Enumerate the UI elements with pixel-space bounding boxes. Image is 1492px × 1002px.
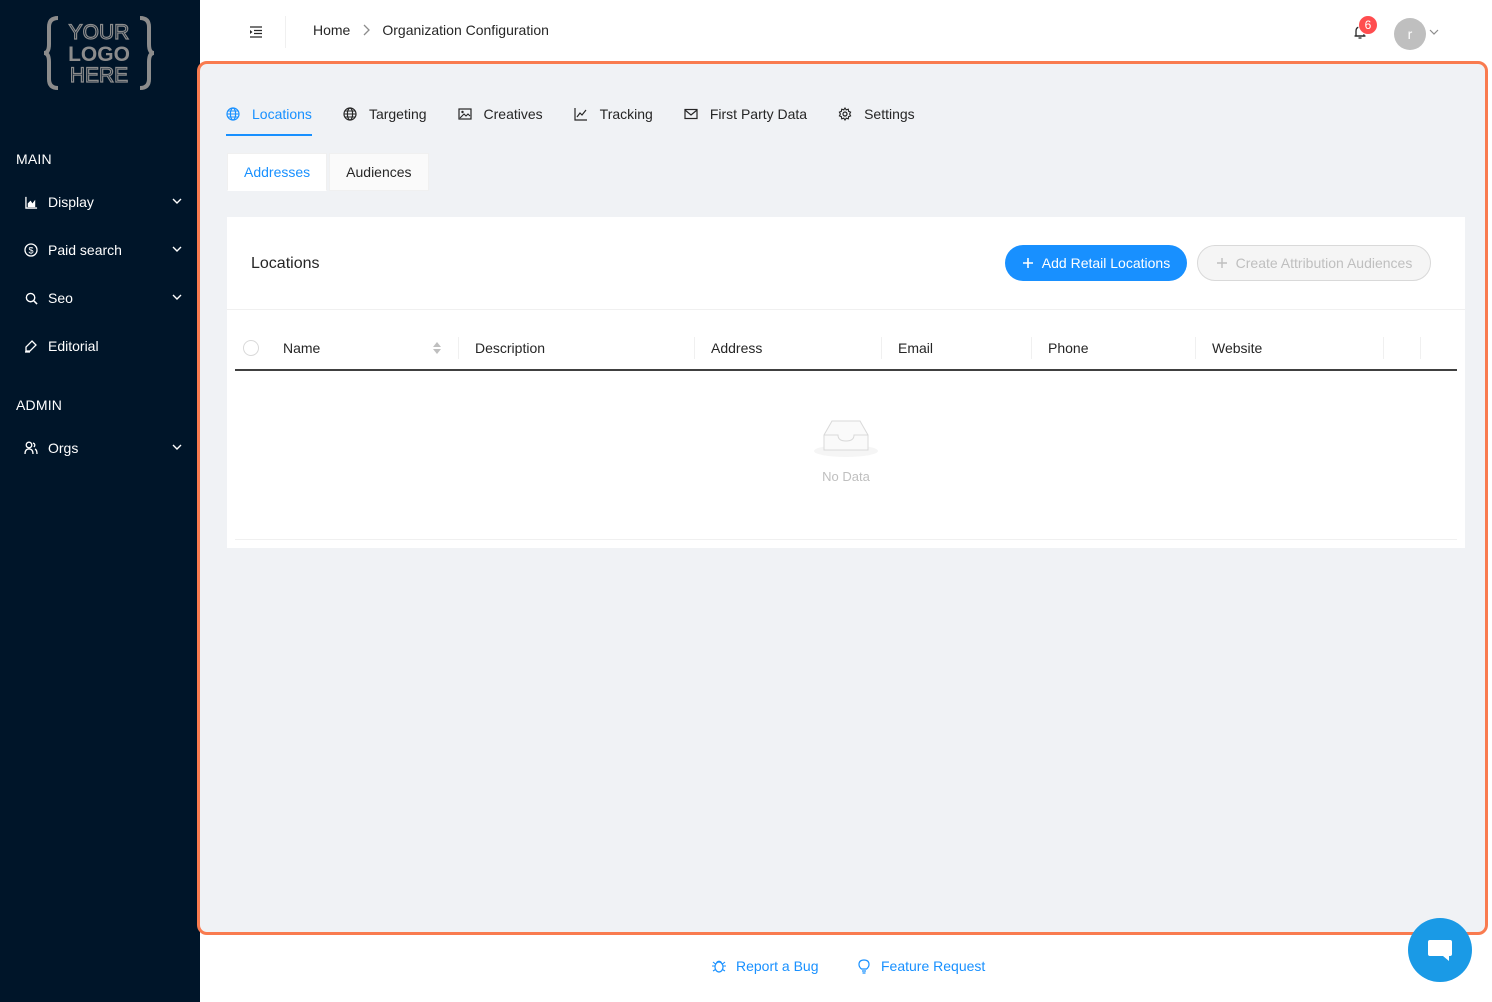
menu-fold-icon[interactable] <box>248 24 264 40</box>
tab-label: First Party Data <box>709 106 808 122</box>
tab-label: Targeting <box>368 106 427 122</box>
chat-bubble-icon <box>1428 940 1452 961</box>
sidebar-item-editorial[interactable]: Editorial <box>0 326 200 366</box>
table-header: Name Description Address Email Phone Web… <box>235 325 1457 371</box>
chevron-down-icon <box>172 444 182 450</box>
report-bug-link[interactable]: Report a Bug <box>711 958 819 974</box>
svg-text:YOUR: YOUR <box>69 21 130 44</box>
chat-button[interactable] <box>1408 918 1472 982</box>
globe-icon <box>343 107 357 121</box>
column-divider <box>881 337 882 359</box>
column-divider <box>1195 337 1196 359</box>
column-divider <box>1383 337 1384 359</box>
chevron-right-icon <box>362 24 371 36</box>
sort-icon[interactable] <box>432 341 442 355</box>
column-header-email: Email <box>898 340 934 356</box>
column-header-phone: Phone <box>1048 340 1089 356</box>
select-all-radio[interactable] <box>243 340 259 356</box>
column-divider <box>458 337 459 359</box>
svg-text:LOGO: LOGO <box>68 43 130 66</box>
notification-badge: 6 <box>1358 15 1378 35</box>
sidebar-item-label: Seo <box>48 290 73 306</box>
header-divider <box>285 16 286 48</box>
button-label: Add Retail Locations <box>1041 255 1171 271</box>
bug-icon <box>711 958 727 974</box>
sidebar-item-paid-search[interactable]: $ Paid search <box>0 230 200 270</box>
locations-card: Locations Add Retail Locations Create At… <box>227 217 1465 548</box>
tab-first-party-data[interactable]: First Party Data <box>684 98 807 130</box>
sidebar-item-orgs[interactable]: Orgs <box>0 428 200 468</box>
tab-label: Locations <box>252 106 312 122</box>
empty-text: No Data <box>822 469 870 484</box>
create-attribution-audiences-button[interactable]: Create Attribution Audiences <box>1197 245 1431 281</box>
sidebar-item-display[interactable]: Display <box>0 182 200 222</box>
mail-icon <box>684 107 698 121</box>
button-label: Create Attribution Audiences <box>1235 255 1413 271</box>
column-header-description: Description <box>475 340 546 356</box>
breadcrumb: Home Organization Configuration <box>313 22 549 38</box>
bulb-icon <box>856 958 872 974</box>
add-retail-locations-button[interactable]: Add Retail Locations <box>1005 245 1187 281</box>
user-group-icon <box>24 441 38 455</box>
link-label: Report a Bug <box>736 958 819 974</box>
plus-icon <box>1216 257 1228 269</box>
column-divider <box>694 337 695 359</box>
config-tabs: Locations Targeting Creatives Tracking F… <box>226 98 946 136</box>
area-chart-icon <box>24 195 38 209</box>
chevron-down-icon <box>172 294 182 300</box>
table-bottom-border <box>235 539 1457 540</box>
line-chart-icon <box>574 107 588 121</box>
globe-icon <box>226 107 240 121</box>
tab-label: Tracking <box>599 106 653 122</box>
dollar-icon: $ <box>24 243 38 257</box>
tab-locations[interactable]: Locations <box>226 98 312 136</box>
section-label-admin: ADMIN <box>16 397 63 413</box>
gear-icon <box>838 107 852 121</box>
breadcrumb-current: Organization Configuration <box>382 22 549 38</box>
top-header: Home Organization Configuration 6 r <box>200 0 1492 62</box>
sidebar-item-label: Display <box>48 194 94 210</box>
column-divider <box>1420 337 1421 359</box>
logo: YOUR LOGO HERE <box>44 16 154 90</box>
chevron-down-icon <box>172 246 182 252</box>
svg-text:$: $ <box>28 246 33 256</box>
card-title: Locations <box>251 255 320 272</box>
sidebar-item-label: Orgs <box>48 440 79 456</box>
svg-text:HERE: HERE <box>70 64 128 87</box>
column-header-website: Website <box>1212 340 1263 356</box>
tab-settings[interactable]: Settings <box>838 98 915 130</box>
empty-inbox-icon <box>814 420 878 457</box>
picture-icon <box>457 107 472 121</box>
subtab-addresses[interactable]: Addresses <box>227 153 328 191</box>
column-header-address: Address <box>711 340 763 356</box>
breadcrumb-home[interactable]: Home <box>313 22 350 38</box>
chevron-down-icon <box>172 198 182 204</box>
feature-request-link[interactable]: Feature Request <box>856 958 985 974</box>
column-divider <box>1031 337 1032 359</box>
avatar[interactable]: r <box>1394 18 1426 50</box>
column-header-name[interactable]: Name <box>283 325 320 371</box>
tab-tracking[interactable]: Tracking <box>574 98 653 130</box>
link-label: Feature Request <box>881 958 986 974</box>
section-label-main: MAIN <box>16 151 52 167</box>
sidebar-item-seo[interactable]: Seo <box>0 278 200 318</box>
empty-state: No Data <box>813 417 879 484</box>
search-icon <box>24 291 38 305</box>
subtab-audiences[interactable]: Audiences <box>329 153 429 191</box>
sub-tabs: Addresses Audiences <box>227 153 431 191</box>
chevron-down-icon[interactable] <box>1429 27 1439 37</box>
sidebar-item-label: Editorial <box>48 338 99 354</box>
tab-targeting[interactable]: Targeting <box>343 98 427 130</box>
plus-icon <box>1022 257 1034 269</box>
sidebar: YOUR LOGO HERE MAIN Display $ Paid searc… <box>0 0 200 1002</box>
tab-creatives[interactable]: Creatives <box>457 98 543 130</box>
highlight-pen-icon <box>24 339 38 353</box>
tab-label: Settings <box>864 106 915 122</box>
sidebar-item-label: Paid search <box>48 242 122 258</box>
tab-label: Creatives <box>483 106 543 122</box>
card-divider <box>227 309 1465 310</box>
